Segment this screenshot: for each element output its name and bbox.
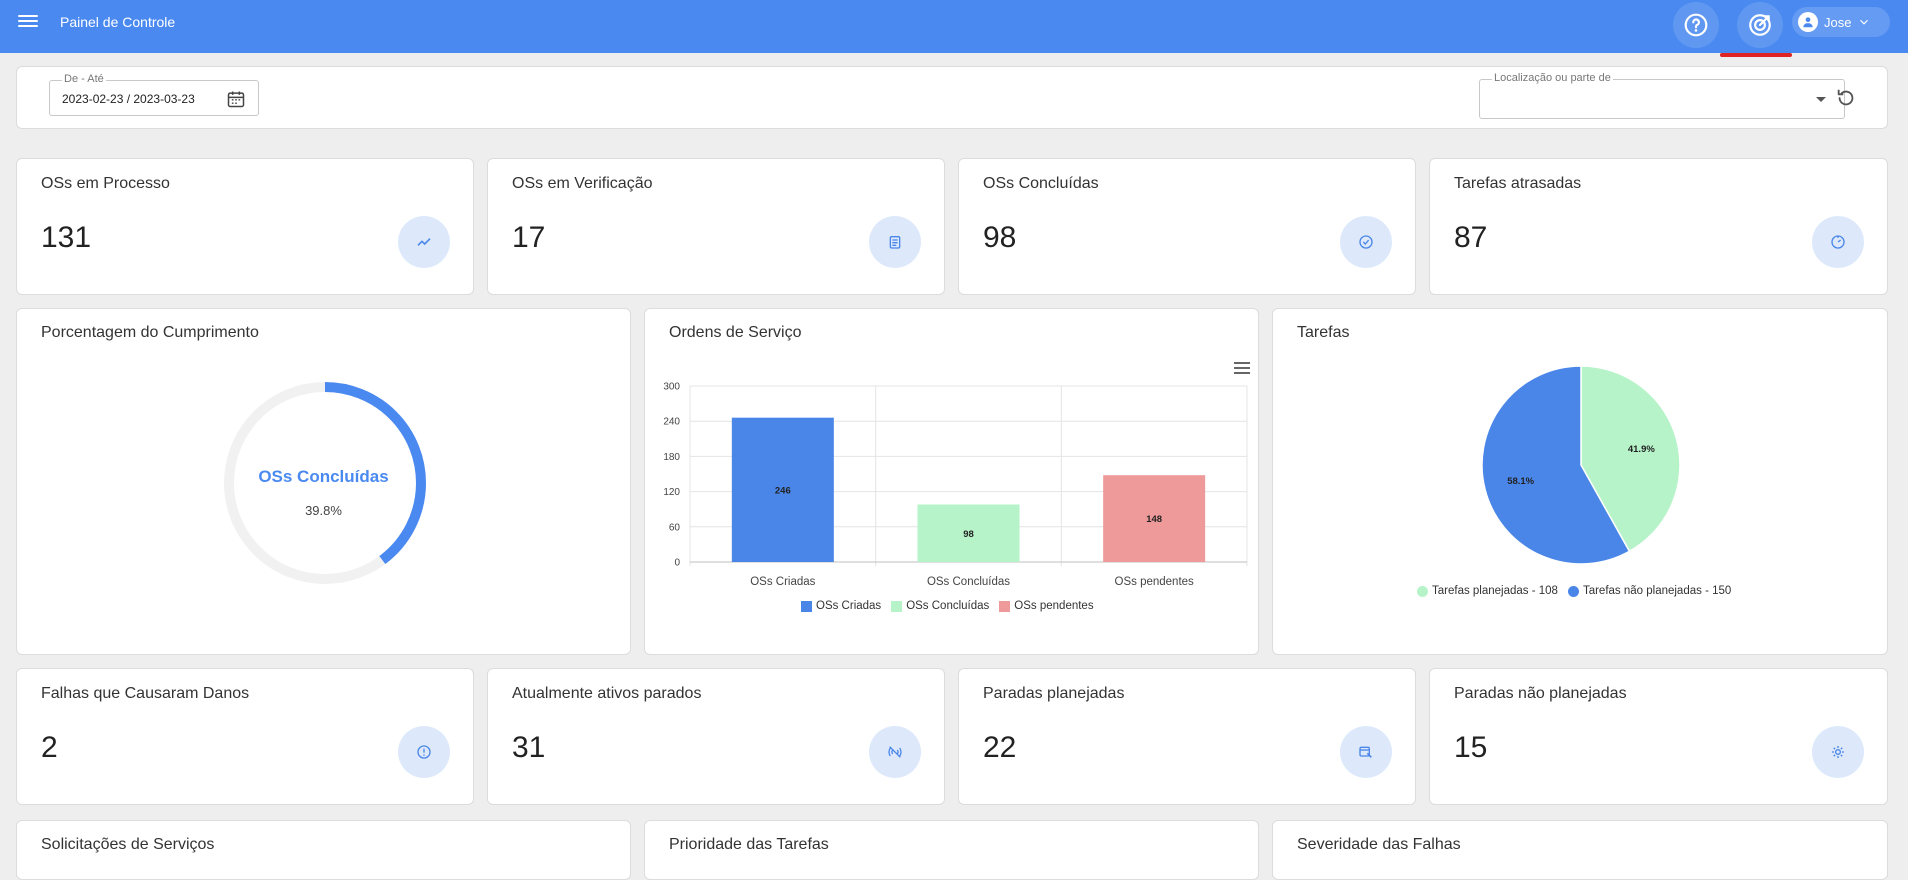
stat-card-planned-stops: Paradas planejadas 22 — [958, 668, 1416, 805]
legend-item-pendentes[interactable]: OSs pendentes — [999, 600, 1094, 612]
location-label: Localização ou parte de — [1492, 72, 1613, 84]
caret-down-icon[interactable] — [1816, 97, 1826, 102]
date-range-value[interactable]: 2023-02-23 / 2023-03-23 — [62, 92, 202, 106]
y-tick-label: 120 — [663, 487, 680, 498]
service-orders-panel: Ordens de Serviço 0 60 120 180 240 300 246 OSs … — [644, 308, 1259, 655]
compliance-panel: Porcentagem do Cumprimento OSs Concluída… — [16, 308, 631, 655]
legend-item-unplanned[interactable]: Tarefas não planejadas - 150 — [1567, 585, 1731, 597]
refresh-icon[interactable] — [1835, 87, 1857, 109]
stat-card-verification: OSs em Verificação 17 — [487, 158, 945, 295]
donut-center-percent: 39.8% — [305, 503, 342, 518]
target-icon — [1749, 14, 1771, 36]
user-name: Jose — [1824, 14, 1852, 30]
help-circle-icon — [1684, 13, 1708, 37]
bar-chart-legend: OSs Criadas OSs Concluídas OSs pendentes — [801, 600, 1104, 612]
pie-data-label: 58.1% — [1507, 476, 1534, 487]
panel-title: Severidade das Falhas — [1297, 836, 1461, 853]
panel-title: Solicitações de Serviços — [41, 836, 215, 853]
x-tick-label: OSs pendentes — [1115, 576, 1195, 588]
stat-card-overdue-tasks: Tarefas atrasadas 87 — [1429, 158, 1888, 295]
alert-circle-icon — [398, 726, 450, 778]
y-tick-label: 180 — [663, 452, 680, 463]
tasks-panel: Tarefas 41.9% 58.1% Tarefas planejadas - … — [1272, 308, 1888, 655]
location-select[interactable]: Localização ou parte de — [1479, 72, 1845, 119]
bar-data-label: 246 — [775, 485, 791, 496]
stat-value: 15 — [1454, 731, 1488, 764]
calendar-icon[interactable] — [226, 89, 246, 109]
stat-card-damage-failures: Falhas que Causaram Danos 2 — [16, 668, 474, 805]
stat-card-unplanned-stops: Paradas não planejadas 15 — [1429, 668, 1888, 805]
y-tick-label: 240 — [663, 417, 680, 428]
stat-title: Falhas que Causaram Danos — [41, 685, 250, 702]
active-indicator — [1720, 53, 1792, 57]
stat-value: 98 — [983, 221, 1017, 254]
bar-data-label: 98 — [963, 529, 974, 540]
stat-card-in-process: OSs em Processo 131 — [16, 158, 474, 295]
stat-card-completed: OSs Concluídas 98 — [958, 158, 1416, 295]
legend-item-planned[interactable]: Tarefas planejadas - 108 — [1417, 585, 1558, 597]
date-range-label: De - Até — [62, 73, 106, 85]
panel-title: Prioridade das Tarefas — [669, 836, 829, 853]
stat-title: Paradas não planejadas — [1454, 685, 1627, 702]
stat-value: 2 — [41, 731, 58, 764]
stat-value: 87 — [1454, 221, 1488, 254]
menu-icon[interactable] — [18, 12, 38, 32]
donut-center-label: OSs Concluídas — [258, 467, 389, 486]
chevron-down-icon — [1860, 19, 1869, 25]
goals-button[interactable] — [1737, 2, 1783, 48]
task-priority-panel: Prioridade das Tarefas — [644, 820, 1259, 880]
stat-value: 17 — [512, 221, 546, 254]
x-tick-label: OSs Criadas — [750, 576, 815, 588]
y-tick-label: 300 — [663, 382, 680, 393]
stat-title: Tarefas atrasadas — [1454, 175, 1582, 192]
calendar-wrench-icon — [1340, 726, 1392, 778]
pie-chart-legend: Tarefas planejadas - 108 Tarefas não pla… — [1417, 585, 1741, 597]
stat-title: OSs Concluídas — [983, 175, 1099, 192]
trending-up-icon — [398, 216, 450, 268]
stat-value: 22 — [983, 731, 1017, 764]
check-circle-icon — [1340, 216, 1392, 268]
failure-severity-panel: Severidade das Falhas — [1272, 820, 1888, 880]
stat-value: 31 — [512, 731, 546, 764]
clipboard-icon — [869, 216, 921, 268]
top-app-bar: Painel de Controle Jose — [0, 0, 1908, 53]
gear-icon — [1812, 726, 1864, 778]
filter-bar: De - Até 2023-02-23 / 2023-03-23 Localiz… — [16, 66, 1888, 129]
user-menu-button[interactable]: Jose — [1792, 7, 1890, 37]
service-requests-panel: Solicitações de Serviços — [16, 820, 631, 880]
stat-value: 131 — [41, 221, 92, 254]
stat-card-stopped-assets: Atualmente ativos parados 31 — [487, 668, 945, 805]
y-tick-label: 0 — [674, 558, 680, 569]
stat-title: OSs em Processo — [41, 175, 170, 192]
stat-title: Paradas planejadas — [983, 685, 1125, 702]
avatar — [1798, 12, 1818, 32]
timer-icon — [1812, 216, 1864, 268]
date-range-field[interactable]: De - Até 2023-02-23 / 2023-03-23 — [49, 73, 259, 116]
help-button[interactable] — [1673, 2, 1719, 48]
signal-off-icon — [869, 726, 921, 778]
y-tick-label: 60 — [669, 522, 681, 533]
stat-title: Atualmente ativos parados — [512, 685, 702, 702]
legend-item-concluidas[interactable]: OSs Concluídas — [891, 600, 989, 612]
x-tick-label: OSs Concluídas — [927, 576, 1010, 588]
pie-data-label: 41.9% — [1628, 444, 1655, 455]
page-title: Painel de Controle — [60, 14, 176, 30]
bar-data-label: 148 — [1146, 514, 1162, 525]
person-icon — [1803, 17, 1813, 28]
legend-item-criadas[interactable]: OSs Criadas — [801, 600, 881, 612]
pie-chart: 41.9% 58.1% — [1481, 365, 1681, 565]
stat-title: OSs em Verificação — [512, 175, 653, 192]
